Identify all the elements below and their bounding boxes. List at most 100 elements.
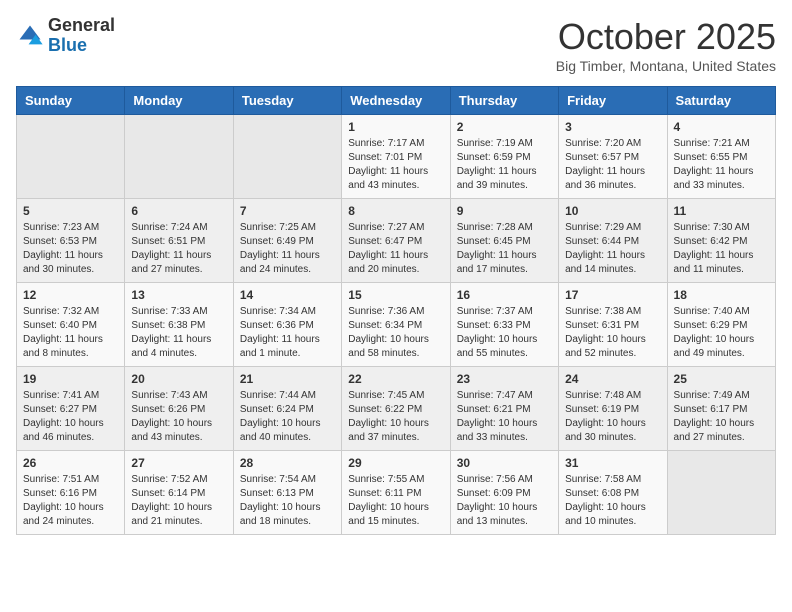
- day-cell: 10 Sunrise: 7:29 AM Sunset: 6:44 PM Dayli…: [559, 199, 667, 283]
- day-number: 13: [131, 288, 226, 302]
- day-cell: 11 Sunrise: 7:30 AM Sunset: 6:42 PM Dayli…: [667, 199, 775, 283]
- logo-general-text: General: [48, 15, 115, 35]
- day-cell: 25 Sunrise: 7:49 AM Sunset: 6:17 PM Dayli…: [667, 367, 775, 451]
- month-title: October 2025: [556, 16, 776, 58]
- day-cell: 30 Sunrise: 7:56 AM Sunset: 6:09 PM Dayli…: [450, 451, 558, 535]
- day-cell: 22Sunrise: 7:45 AM Sunset: 6:22 PM Dayli…: [342, 367, 450, 451]
- day-cell: 6 Sunrise: 7:24 AM Sunset: 6:51 PM Daylig…: [125, 199, 233, 283]
- week-row-2: 5 Sunrise: 7:23 AM Sunset: 6:53 PM Daylig…: [17, 199, 776, 283]
- day-number: 11: [674, 204, 769, 218]
- day-number: 16: [457, 288, 552, 302]
- week-row-3: 12Sunrise: 7:32 AM Sunset: 6:40 PM Dayli…: [17, 283, 776, 367]
- day-cell: 18 Sunrise: 7:40 AM Sunset: 6:29 PM Dayli…: [667, 283, 775, 367]
- day-cell: 15 Sunrise: 7:36 AM Sunset: 6:34 PM Dayli…: [342, 283, 450, 367]
- day-number: 25: [674, 372, 769, 386]
- day-cell: [125, 115, 233, 199]
- day-cell: 19 Sunrise: 7:41 AM Sunset: 6:27 PM Dayli…: [17, 367, 125, 451]
- weekday-header-tuesday: Tuesday: [233, 87, 341, 115]
- day-cell: 2 Sunrise: 7:19 AM Sunset: 6:59 PM Daylig…: [450, 115, 558, 199]
- day-number: 10: [565, 204, 660, 218]
- week-row-5: 26Sunrise: 7:51 AM Sunset: 6:16 PM Dayli…: [17, 451, 776, 535]
- day-number: 20: [131, 372, 226, 386]
- day-cell: 28 Sunrise: 7:54 AM Sunset: 6:13 PM Dayli…: [233, 451, 341, 535]
- day-info: Sunrise: 7:29 AM Sunset: 6:44 PM Dayligh…: [565, 221, 660, 277]
- day-number: 2: [457, 120, 552, 134]
- day-number: 14: [240, 288, 335, 302]
- logo-icon: [16, 22, 44, 50]
- day-info: Sunrise: 7:21 AM Sunset: 6:55 PM Dayligh…: [674, 137, 769, 193]
- day-number: 15: [348, 288, 443, 302]
- day-info: Sunrise: 7:54 AM Sunset: 6:13 PM Dayligh…: [240, 473, 335, 529]
- day-cell: 29 Sunrise: 7:55 AM Sunset: 6:11 PM Dayli…: [342, 451, 450, 535]
- day-number: 19: [23, 372, 118, 386]
- day-info: Sunrise: 7:25 AM Sunset: 6:49 PM Dayligh…: [240, 221, 335, 277]
- day-info: Sunrise: 7:33 AM Sunset: 6:38 PM Dayligh…: [131, 305, 226, 361]
- day-info: Sunrise: 7:27 AM Sunset: 6:47 PM Dayligh…: [348, 221, 443, 277]
- day-cell: 4 Sunrise: 7:21 AM Sunset: 6:55 PM Daylig…: [667, 115, 775, 199]
- day-number: 30: [457, 456, 552, 470]
- day-info: Sunrise: 7:30 AM Sunset: 6:42 PM Dayligh…: [674, 221, 769, 277]
- weekday-header-friday: Friday: [559, 87, 667, 115]
- day-info: Sunrise: 7:44 AM Sunset: 6:24 PM Dayligh…: [240, 389, 335, 445]
- week-row-1: 1Sunrise: 7:17 AM Sunset: 7:01 PM Daylig…: [17, 115, 776, 199]
- day-number: 26: [23, 456, 118, 470]
- day-info: Sunrise: 7:47 AM Sunset: 6:21 PM Dayligh…: [457, 389, 552, 445]
- weekday-header-monday: Monday: [125, 87, 233, 115]
- day-number: 21: [240, 372, 335, 386]
- day-info: Sunrise: 7:20 AM Sunset: 6:57 PM Dayligh…: [565, 137, 660, 193]
- day-info: Sunrise: 7:52 AM Sunset: 6:14 PM Dayligh…: [131, 473, 226, 529]
- page-header: General Blue October 2025 Big Timber, Mo…: [16, 16, 776, 74]
- day-number: 29: [348, 456, 443, 470]
- weekday-header-thursday: Thursday: [450, 87, 558, 115]
- day-info: Sunrise: 7:55 AM Sunset: 6:11 PM Dayligh…: [348, 473, 443, 529]
- day-number: 7: [240, 204, 335, 218]
- day-cell: 20Sunrise: 7:43 AM Sunset: 6:26 PM Dayli…: [125, 367, 233, 451]
- day-info: Sunrise: 7:17 AM Sunset: 7:01 PM Dayligh…: [348, 137, 443, 193]
- day-info: Sunrise: 7:36 AM Sunset: 6:34 PM Dayligh…: [348, 305, 443, 361]
- day-info: Sunrise: 7:45 AM Sunset: 6:22 PM Dayligh…: [348, 389, 443, 445]
- day-number: 31: [565, 456, 660, 470]
- day-info: Sunrise: 7:34 AM Sunset: 6:36 PM Dayligh…: [240, 305, 335, 361]
- day-number: 5: [23, 204, 118, 218]
- day-number: 24: [565, 372, 660, 386]
- day-info: Sunrise: 7:28 AM Sunset: 6:45 PM Dayligh…: [457, 221, 552, 277]
- day-cell: 1Sunrise: 7:17 AM Sunset: 7:01 PM Daylig…: [342, 115, 450, 199]
- day-info: Sunrise: 7:49 AM Sunset: 6:17 PM Dayligh…: [674, 389, 769, 445]
- day-info: Sunrise: 7:19 AM Sunset: 6:59 PM Dayligh…: [457, 137, 552, 193]
- day-cell: 24 Sunrise: 7:48 AM Sunset: 6:19 PM Dayli…: [559, 367, 667, 451]
- day-cell: 16 Sunrise: 7:37 AM Sunset: 6:33 PM Dayli…: [450, 283, 558, 367]
- logo: General Blue: [16, 16, 115, 56]
- day-number: 6: [131, 204, 226, 218]
- day-cell: 26Sunrise: 7:51 AM Sunset: 6:16 PM Dayli…: [17, 451, 125, 535]
- day-cell: [667, 451, 775, 535]
- day-number: 17: [565, 288, 660, 302]
- day-cell: [233, 115, 341, 199]
- week-row-4: 19 Sunrise: 7:41 AM Sunset: 6:27 PM Dayli…: [17, 367, 776, 451]
- weekday-header-sunday: Sunday: [17, 87, 125, 115]
- day-info: Sunrise: 7:24 AM Sunset: 6:51 PM Dayligh…: [131, 221, 226, 277]
- weekday-header-saturday: Saturday: [667, 87, 775, 115]
- day-info: Sunrise: 7:48 AM Sunset: 6:19 PM Dayligh…: [565, 389, 660, 445]
- logo-blue-text: Blue: [48, 35, 87, 55]
- day-info: Sunrise: 7:41 AM Sunset: 6:27 PM Dayligh…: [23, 389, 118, 445]
- location-text: Big Timber, Montana, United States: [556, 58, 776, 74]
- day-number: 23: [457, 372, 552, 386]
- day-number: 18: [674, 288, 769, 302]
- day-cell: 5 Sunrise: 7:23 AM Sunset: 6:53 PM Daylig…: [17, 199, 125, 283]
- day-cell: 21 Sunrise: 7:44 AM Sunset: 6:24 PM Dayli…: [233, 367, 341, 451]
- day-info: Sunrise: 7:38 AM Sunset: 6:31 PM Dayligh…: [565, 305, 660, 361]
- day-info: Sunrise: 7:23 AM Sunset: 6:53 PM Dayligh…: [23, 221, 118, 277]
- day-cell: 14 Sunrise: 7:34 AM Sunset: 6:36 PM Dayli…: [233, 283, 341, 367]
- day-number: 4: [674, 120, 769, 134]
- day-number: 9: [457, 204, 552, 218]
- day-cell: 7 Sunrise: 7:25 AM Sunset: 6:49 PM Daylig…: [233, 199, 341, 283]
- day-info: Sunrise: 7:37 AM Sunset: 6:33 PM Dayligh…: [457, 305, 552, 361]
- day-info: Sunrise: 7:40 AM Sunset: 6:29 PM Dayligh…: [674, 305, 769, 361]
- day-cell: 23 Sunrise: 7:47 AM Sunset: 6:21 PM Dayli…: [450, 367, 558, 451]
- title-block: October 2025 Big Timber, Montana, United…: [556, 16, 776, 74]
- day-info: Sunrise: 7:56 AM Sunset: 6:09 PM Dayligh…: [457, 473, 552, 529]
- day-number: 28: [240, 456, 335, 470]
- day-cell: 13 Sunrise: 7:33 AM Sunset: 6:38 PM Dayli…: [125, 283, 233, 367]
- day-number: 12: [23, 288, 118, 302]
- day-cell: [17, 115, 125, 199]
